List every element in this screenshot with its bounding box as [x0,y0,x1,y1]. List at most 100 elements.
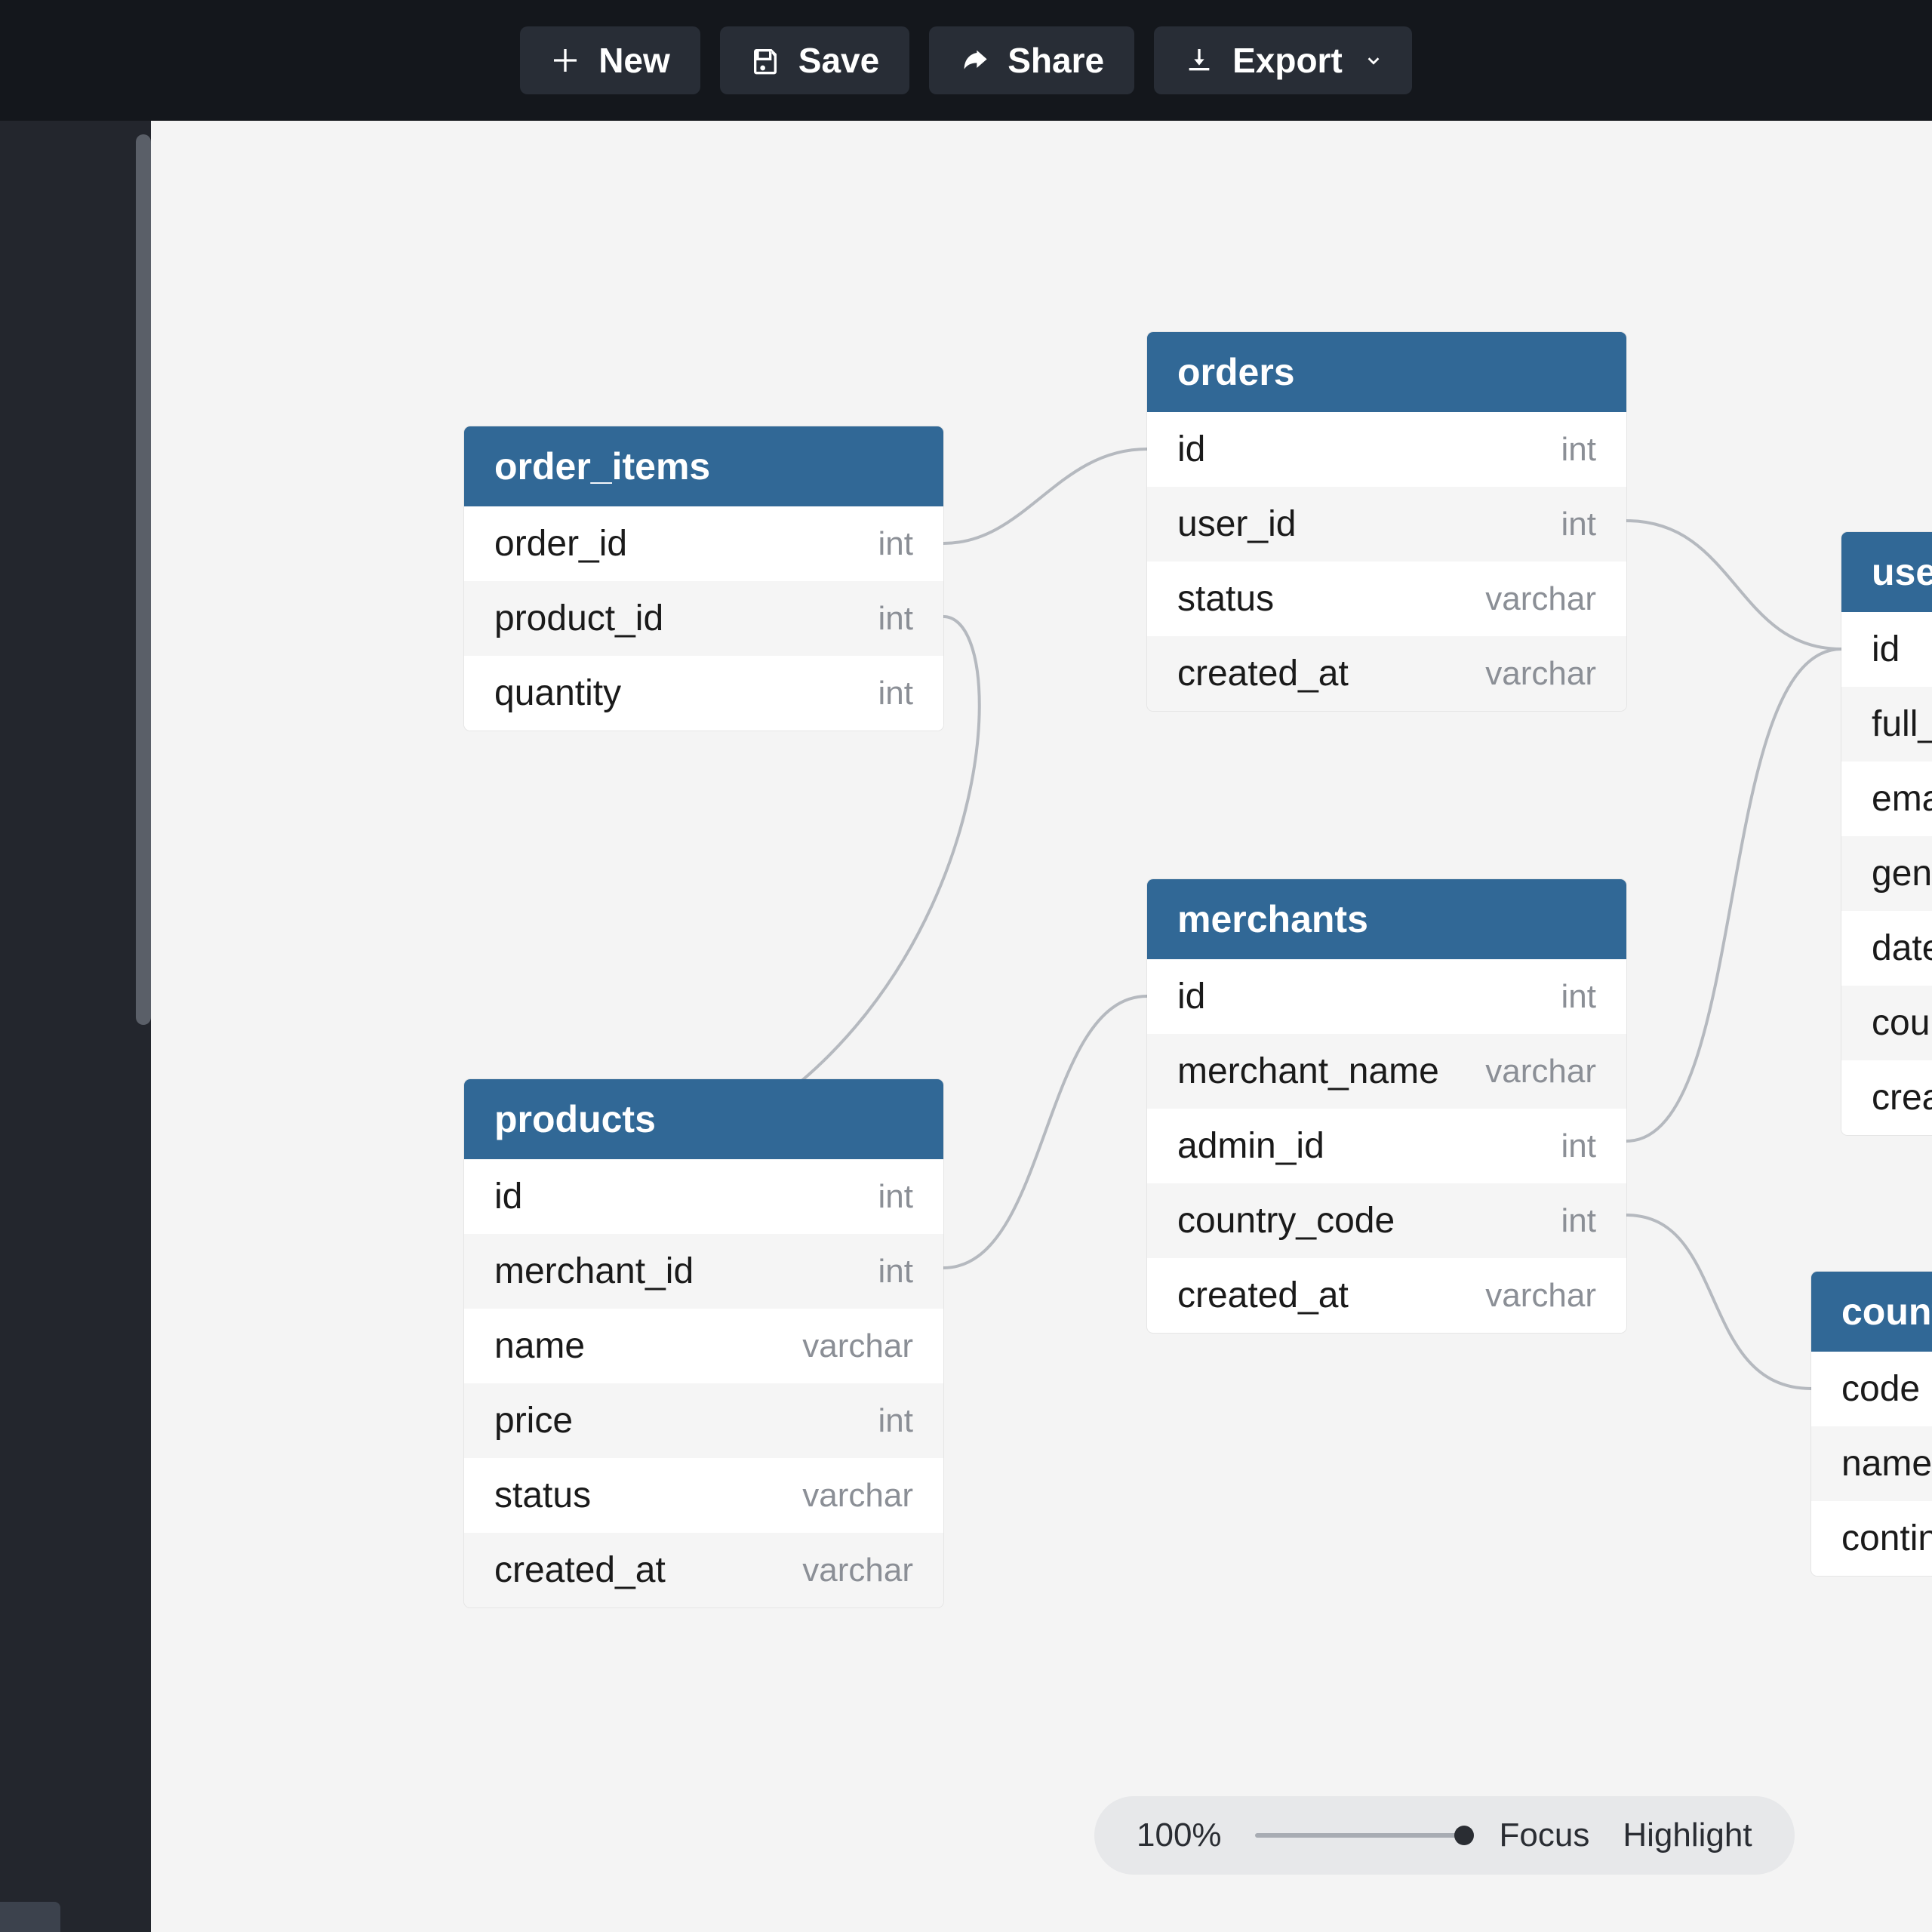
column-name: order_id [494,523,627,565]
table-orders[interactable]: orders id int user_id int status varchar cr… [1147,332,1626,711]
column-name: price [494,1400,573,1441]
column-name: user_id [1177,503,1296,545]
table-row[interactable]: created_atvarchar [464,1533,943,1607]
column-type: int [878,1178,913,1216]
column-type: int [878,600,913,638]
table-row[interactable]: status varchar [464,1458,943,1533]
table-header: products [464,1079,943,1159]
table-products[interactable]: products idint merchant_idint namevarcha… [464,1079,943,1607]
table-row[interactable]: user_id int [1147,487,1626,561]
column-name: status [494,1475,591,1516]
export-button[interactable]: Export [1154,26,1412,94]
plus-icon [550,45,580,75]
column-name: name [1841,1443,1932,1484]
table-body: code name continent [1811,1352,1932,1576]
column-name: merchant_id [494,1251,694,1292]
column-name: created_at [494,1549,666,1591]
column-name: country [1872,1002,1932,1044]
table-body: id full_name email gender date country c… [1841,612,1932,1135]
table-row[interactable]: created_atvarchar [1147,1258,1626,1333]
table-row[interactable]: price int [464,1383,943,1458]
table-body: idint merchant_idint namevarchar pricein… [464,1159,943,1607]
column-name: gender [1872,853,1932,894]
column-name: code [1841,1368,1920,1410]
table-row[interactable]: idint [1147,959,1626,1034]
column-name: id [1872,629,1900,670]
left-panel-scrollbar[interactable] [136,134,151,1025]
share-button[interactable]: Share [929,26,1134,94]
column-name: email [1872,778,1932,820]
table-row[interactable]: gender [1841,836,1932,911]
column-name: full_name [1872,703,1932,745]
column-name: status [1177,578,1274,620]
column-type: varchar [1485,580,1596,618]
zoom-bar: 100% Focus Highlight [1094,1796,1795,1875]
focus-button[interactable]: Focus [1500,1817,1590,1854]
table-row[interactable]: admin_id int [1147,1109,1626,1183]
table-row[interactable]: id int [1147,412,1626,487]
table-header: order_items [464,426,943,506]
export-button-label: Export [1232,40,1343,81]
table-row[interactable]: merchant_namevarchar [1147,1034,1626,1109]
column-type: int [1561,1202,1596,1240]
table-row[interactable]: code [1811,1352,1932,1426]
table-row[interactable]: created_at varchar [1147,636,1626,711]
table-row[interactable]: full_name [1841,687,1932,761]
table-row[interactable]: id int [464,1159,943,1234]
column-type: int [878,675,913,712]
table-header: countries [1811,1272,1932,1352]
table-row[interactable]: order_idint [464,506,943,581]
diagram-canvas[interactable]: order_items order_idint product_idint qu… [181,121,1932,1932]
share-button-label: Share [1008,40,1104,81]
table-row[interactable]: country [1841,986,1932,1060]
column-name: created_at [1177,653,1349,694]
column-name: created_at [1177,1275,1349,1316]
left-panel [0,121,151,1932]
relationship-lines [181,121,1932,1932]
table-body: idint merchant_namevarchar admin_idint c… [1147,959,1626,1333]
table-row[interactable]: id [1841,612,1932,687]
table-row[interactable]: created_at [1841,1060,1932,1135]
highlight-button[interactable]: Highlight [1623,1817,1752,1854]
column-name: date [1872,928,1932,969]
save-icon [750,45,780,75]
table-row[interactable]: status varchar [1147,561,1626,636]
table-row[interactable]: date [1841,911,1932,986]
column-type: int [1561,431,1596,469]
share-icon [959,45,989,75]
zoom-slider[interactable] [1255,1833,1466,1838]
new-button[interactable]: New [520,26,700,94]
zoom-level: 100% [1137,1817,1222,1854]
table-row[interactable]: email [1841,761,1932,836]
table-row[interactable]: product_idint [464,581,943,656]
column-name: merchant_name [1177,1051,1439,1092]
column-name: admin_id [1177,1125,1324,1167]
column-type: int [878,1253,913,1291]
table-row[interactable]: merchant_id int [464,1234,943,1309]
column-name: continent [1841,1518,1932,1559]
save-button[interactable]: Save [720,26,909,94]
table-order-items[interactable]: order_items order_idint product_idint qu… [464,426,943,731]
column-type: int [878,1402,913,1440]
column-type: int [1561,1128,1596,1165]
column-type: varchar [802,1477,913,1515]
table-row[interactable]: country_codeint [1147,1183,1626,1258]
left-panel-resize-handle[interactable] [0,1902,60,1932]
table-row[interactable]: namevarchar [464,1309,943,1383]
column-type: int [1561,506,1596,543]
table-row[interactable]: quantityint [464,656,943,731]
table-row[interactable]: name [1811,1426,1932,1501]
column-type: varchar [1485,655,1596,693]
table-header: orders [1147,332,1626,412]
column-name: id [494,1176,522,1217]
column-name: id [1177,429,1205,470]
zoom-slider-thumb[interactable] [1454,1826,1474,1845]
table-body: order_idint product_idint quantityint [464,506,943,731]
table-users[interactable]: users id full_name email gender date cou… [1841,532,1932,1135]
column-name: id [1177,976,1205,1017]
new-button-label: New [598,40,670,81]
table-row[interactable]: continent [1811,1501,1932,1576]
table-merchants[interactable]: merchants idint merchant_namevarchar adm… [1147,879,1626,1333]
table-countries[interactable]: countries code name continent [1811,1272,1932,1576]
column-type: varchar [802,1327,913,1365]
